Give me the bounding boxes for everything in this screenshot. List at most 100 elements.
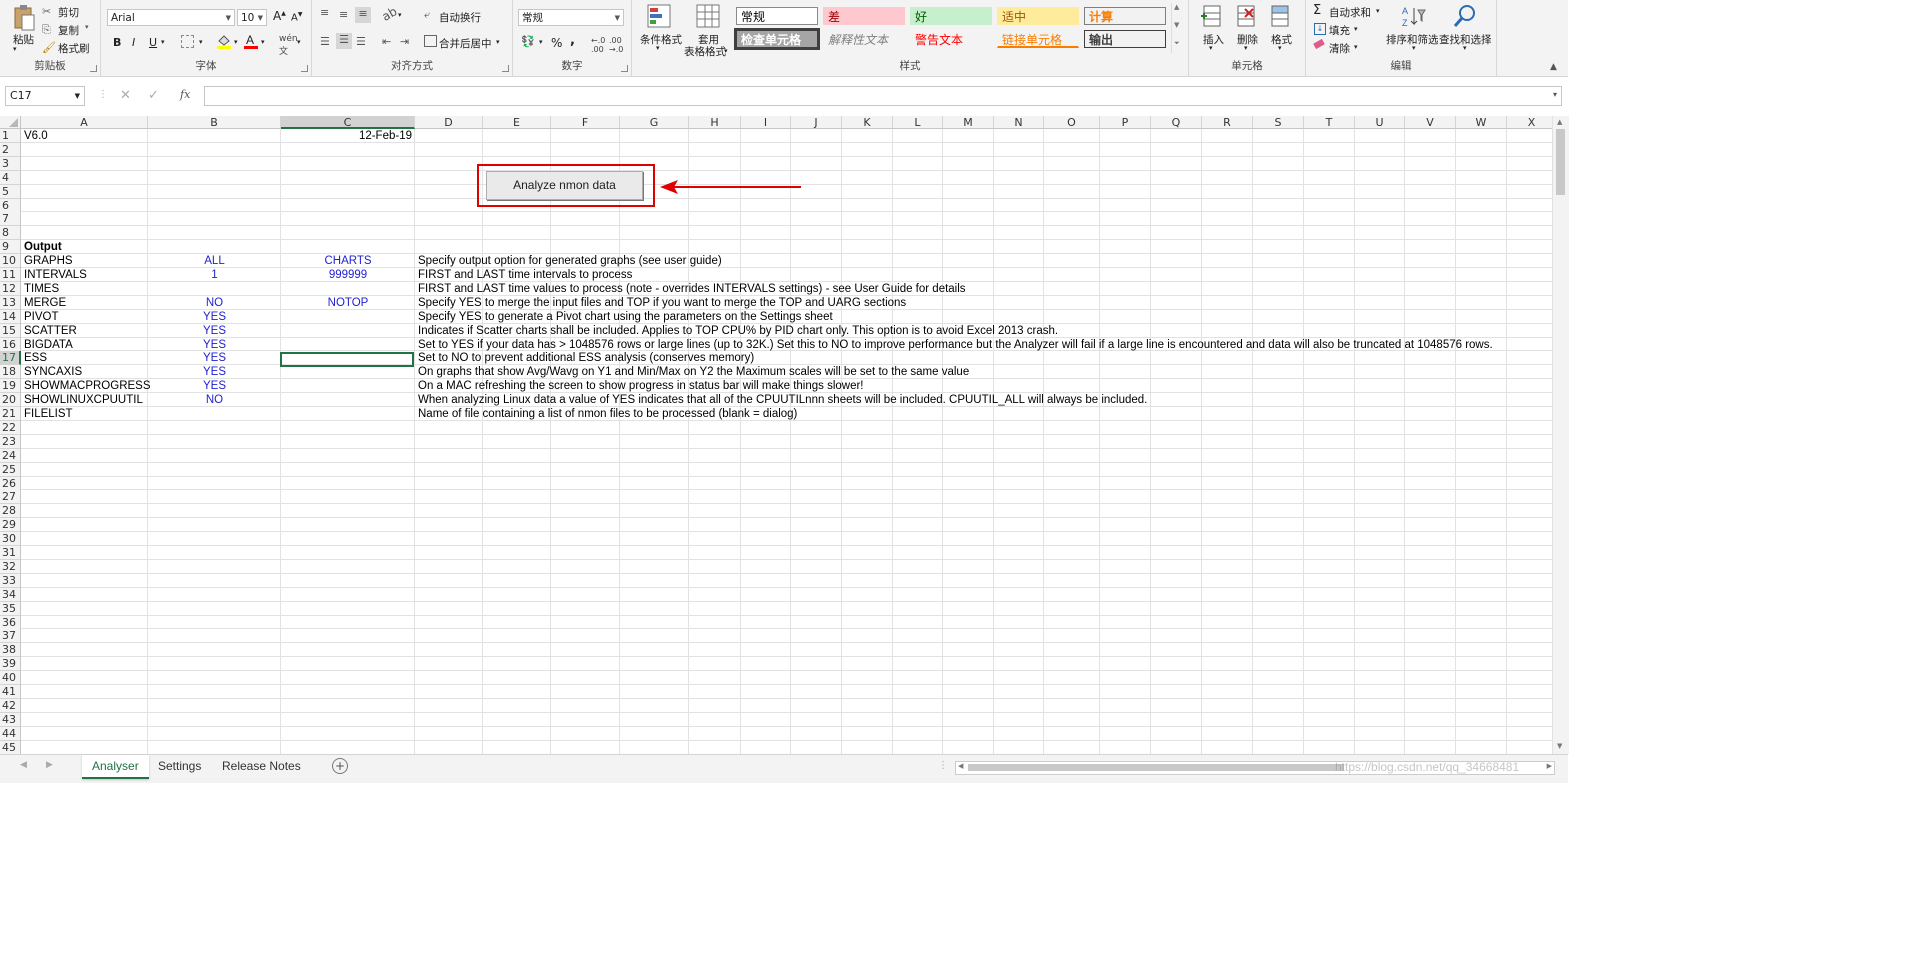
wrap-text-button[interactable]: 自动换行 xyxy=(439,10,481,25)
column-header-h[interactable]: H xyxy=(689,116,741,129)
name-box[interactable]: C17 ▼ xyxy=(5,86,85,106)
row-header-10[interactable]: 10 xyxy=(0,254,21,269)
row-header-20[interactable]: 20 xyxy=(0,393,21,408)
conditional-format-icon[interactable] xyxy=(647,4,673,30)
row-header-21[interactable]: 21 xyxy=(0,407,21,421)
row-header-18[interactable]: 18 xyxy=(0,365,21,380)
decrease-font-icon[interactable]: A▼ xyxy=(291,11,302,23)
clipboard-launcher-icon[interactable] xyxy=(90,65,97,72)
column-header-u[interactable]: U xyxy=(1355,116,1405,129)
currency-dropdown-icon[interactable]: ▾ xyxy=(539,38,543,46)
scroll-left-icon[interactable]: ◀ xyxy=(958,762,963,770)
cell-style-option[interactable]: 链接单元格 xyxy=(997,30,1079,48)
row-header-15[interactable]: 15 xyxy=(0,323,21,338)
gallery-more-icon[interactable]: ⏷ xyxy=(1174,39,1180,48)
row-header-13[interactable]: 13 xyxy=(0,295,21,310)
percent-button[interactable]: % xyxy=(551,36,562,50)
add-sheet-icon[interactable]: + xyxy=(332,758,348,774)
row-header-44[interactable]: 44 xyxy=(0,726,21,741)
underline-dropdown-icon[interactable]: ▾ xyxy=(161,38,165,46)
merge-center-icon[interactable] xyxy=(424,35,437,47)
merge-dropdown-icon[interactable]: ▾ xyxy=(496,38,500,46)
row-header-43[interactable]: 43 xyxy=(0,712,21,727)
cut-icon[interactable]: ✂ xyxy=(42,5,51,18)
worksheet-grid[interactable]: ABCDEFGHIJKLMNOPQRSTUVWX 1 2 3 4 5 6 7 8 9 10 11 12… xyxy=(0,116,1552,754)
fill-button[interactable]: 填充 xyxy=(1329,23,1350,38)
font-launcher-icon[interactable] xyxy=(301,65,308,72)
column-header-t[interactable]: T xyxy=(1304,116,1355,129)
row-header-31[interactable]: 31 xyxy=(0,546,21,560)
row-header-14[interactable]: 14 xyxy=(0,309,21,324)
italic-button[interactable]: I xyxy=(132,36,135,49)
row-header-40[interactable]: 40 xyxy=(0,671,21,686)
font-size-select[interactable]: 10 ▼ xyxy=(237,9,267,26)
sheet-tab-settings[interactable]: Settings xyxy=(148,755,211,777)
gallery-down-icon[interactable]: ▼ xyxy=(1174,21,1179,29)
column-header-d[interactable]: D xyxy=(415,116,483,129)
eraser-icon[interactable] xyxy=(1313,38,1325,50)
cell-style-option[interactable]: 输出 xyxy=(1084,30,1166,48)
row-header-17[interactable]: 17 xyxy=(0,351,21,366)
column-header-o[interactable]: O xyxy=(1044,116,1100,129)
find-select-icon[interactable] xyxy=(1452,4,1478,30)
gallery-up-icon[interactable]: ▲ xyxy=(1174,3,1179,11)
borders-dropdown-icon[interactable]: ▾ xyxy=(199,38,203,46)
font-color-dropdown-icon[interactable]: ▾ xyxy=(261,38,265,46)
active-cell-c17[interactable] xyxy=(280,352,414,367)
enter-icon[interactable]: ✓ xyxy=(148,88,159,103)
borders-icon[interactable] xyxy=(181,35,194,48)
autosum-button[interactable]: 自动求和 xyxy=(1329,5,1371,20)
copy-icon[interactable]: ⎘ xyxy=(42,23,51,37)
delete-dropdown-icon[interactable]: ▾ xyxy=(1244,44,1248,52)
column-header-b[interactable]: B xyxy=(148,116,281,129)
row-header-27[interactable]: 27 xyxy=(0,490,21,505)
fill-color-icon[interactable] xyxy=(216,33,232,49)
scroll-right-icon[interactable]: ▶ xyxy=(1547,762,1552,770)
column-header-v[interactable]: V xyxy=(1405,116,1456,129)
row-header-6[interactable]: 6 xyxy=(0,198,21,213)
phonetic-dropdown-icon[interactable]: ▾ xyxy=(297,38,301,46)
format-table-dropdown-icon[interactable]: ▾ xyxy=(724,47,728,55)
orientation-dropdown-icon[interactable]: ▾ xyxy=(398,11,402,19)
column-header-s[interactable]: S xyxy=(1253,116,1304,129)
column-header-c[interactable]: C xyxy=(281,116,415,129)
copy-dropdown-icon[interactable]: ▾ xyxy=(85,23,89,31)
cell-style-option[interactable]: 好 xyxy=(910,7,992,25)
bold-button[interactable]: B xyxy=(113,36,121,49)
row-header-29[interactable]: 29 xyxy=(0,518,21,533)
formula-input[interactable] xyxy=(204,86,1562,106)
vertical-scrollbar[interactable]: ▲ ▼ xyxy=(1552,116,1569,754)
row-header-1[interactable]: 1 xyxy=(0,129,21,143)
tab-next-icon[interactable]: ▶ xyxy=(46,760,53,770)
row-header-16[interactable]: 16 xyxy=(0,337,21,352)
column-header-i[interactable]: I xyxy=(741,116,791,129)
column-header-x[interactable]: X xyxy=(1507,116,1552,129)
clear-button[interactable]: 清除 xyxy=(1329,41,1350,56)
column-header-n[interactable]: N xyxy=(994,116,1044,129)
sort-dropdown-icon[interactable]: ▾ xyxy=(1412,44,1416,52)
column-header-l[interactable]: L xyxy=(893,116,943,129)
column-header-k[interactable]: K xyxy=(842,116,893,129)
align-left-icon[interactable]: ☰ xyxy=(320,35,330,48)
align-middle-icon[interactable]: ≡ xyxy=(339,8,348,21)
cell-style-option[interactable]: 计算 xyxy=(1084,7,1166,25)
expand-formula-icon[interactable]: ▾ xyxy=(1553,90,1557,99)
row-header-22[interactable]: 22 xyxy=(0,420,21,435)
row-header-8[interactable]: 8 xyxy=(0,226,21,241)
alignment-launcher-icon[interactable] xyxy=(502,65,509,72)
align-bottom-icon[interactable]: ≡ xyxy=(355,7,371,23)
sort-filter-icon[interactable]: AZ xyxy=(1400,4,1426,30)
format-painter-icon[interactable]: 🖌 xyxy=(42,41,56,54)
find-dropdown-icon[interactable]: ▾ xyxy=(1463,44,1467,52)
format-table-label-2[interactable]: 表格格式 xyxy=(684,44,726,59)
number-format-select[interactable]: 常规 ▼ xyxy=(518,9,624,26)
vertical-scroll-thumb[interactable] xyxy=(1556,129,1565,195)
row-header-5[interactable]: 5 xyxy=(0,184,21,199)
row-header-34[interactable]: 34 xyxy=(0,587,21,602)
decrease-indent-icon[interactable]: ⇤ xyxy=(382,35,391,48)
column-header-m[interactable]: M xyxy=(943,116,994,129)
cancel-icon[interactable]: ✕ xyxy=(120,88,131,103)
scroll-up-icon[interactable]: ▲ xyxy=(1557,118,1562,126)
autosum-icon[interactable]: Σ xyxy=(1313,3,1321,18)
format-cells-icon[interactable] xyxy=(1269,4,1293,30)
